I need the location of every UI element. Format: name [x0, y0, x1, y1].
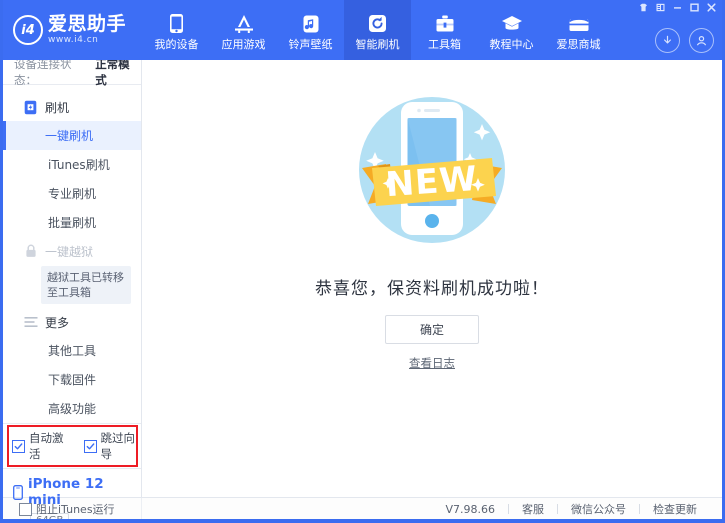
nav-label: 工具箱 — [428, 39, 461, 50]
nav-label: 教程中心 — [490, 39, 534, 50]
sidebar-group-label: 更多 — [45, 314, 69, 331]
app-header: i4 爱思助手 www.i4.cn 我的设备 应用游戏 — [3, 0, 722, 60]
block-itunes-option[interactable]: 阻止iTunes运行 — [3, 498, 142, 520]
brand-logo[interactable]: i4 爱思助手 www.i4.cn — [3, 15, 143, 45]
sidebar-menu: 刷机 一键刷机 iTunes刷机 专业刷机 批量刷机 — [3, 85, 141, 423]
wechat-official-link[interactable]: 微信公众号 — [558, 501, 639, 517]
menu-icon[interactable] — [655, 2, 666, 13]
main-nav: 我的设备 应用游戏 铃声壁纸 智能刷机 — [143, 0, 612, 60]
sidebar-item-advanced[interactable]: 高级功能 — [3, 394, 141, 423]
sidebar-item-pro-flash[interactable]: 专业刷机 — [3, 179, 141, 208]
sidebar-item-batch-flash[interactable]: 批量刷机 — [3, 208, 141, 237]
nav-item-ringtones-wallpaper[interactable]: 铃声壁纸 — [277, 0, 344, 60]
window-controls — [638, 2, 717, 13]
close-icon[interactable] — [706, 2, 717, 13]
new-phone-badge-illustration: NEW — [342, 80, 522, 260]
skip-setup-label: 跳过向导 — [101, 430, 142, 462]
phone-icon — [169, 13, 184, 35]
app-body: 设备连接状态：正常模式 刷机 一键刷机 iTunes刷机 专业刷机 — [3, 60, 722, 497]
appstore-icon — [233, 13, 255, 35]
auto-activate-checkbox[interactable] — [12, 440, 25, 453]
sidebar-group-jailbreak: 一键越狱 — [3, 237, 141, 265]
nav-item-store[interactable]: 爱思商城 — [545, 0, 612, 60]
flash-device-icon — [23, 100, 38, 115]
ribbon-text: NEW — [384, 159, 479, 205]
skip-setup-checkbox[interactable] — [84, 440, 97, 453]
sidebar-item-label: 高级功能 — [48, 400, 96, 417]
shop-icon — [568, 13, 590, 35]
sidebar-item-itunes-flash[interactable]: iTunes刷机 — [3, 150, 141, 179]
nav-label: 我的设备 — [155, 39, 199, 50]
sidebar-item-label: 一键刷机 — [45, 127, 93, 144]
header-actions — [655, 28, 714, 53]
sidebar-item-label: 其他工具 — [48, 342, 96, 359]
minimize-icon[interactable] — [672, 2, 683, 13]
sidebar: 设备连接状态：正常模式 刷机 一键刷机 iTunes刷机 专业刷机 — [3, 60, 142, 497]
skip-setup-option[interactable]: 跳过向导 — [84, 430, 142, 462]
nav-item-toolbox[interactable]: 工具箱 — [411, 0, 478, 60]
nav-label: 应用游戏 — [222, 39, 266, 50]
auto-activate-option[interactable]: 自动激活 — [12, 430, 70, 462]
flash-options: 自动激活 跳过向导 — [3, 423, 141, 468]
jailbreak-moved-tooltip: 越狱工具已转移至工具箱 — [41, 266, 131, 304]
confirm-button[interactable]: 确定 — [385, 315, 479, 344]
status-bar: 阻止iTunes运行 V7.98.66 客服 微信公众号 检查更新 — [3, 497, 722, 520]
lock-icon — [23, 244, 38, 258]
connection-status-value: 正常模式 — [95, 56, 141, 88]
sidebar-item-one-key-flash[interactable]: 一键刷机 — [3, 121, 141, 150]
nav-item-apps-games[interactable]: 应用游戏 — [210, 0, 277, 60]
block-itunes-checkbox[interactable] — [19, 503, 32, 516]
sidebar-item-other-tools[interactable]: 其他工具 — [3, 336, 141, 365]
sidebar-group-flash: 刷机 — [3, 93, 141, 121]
skin-icon[interactable] — [638, 2, 649, 13]
sidebar-item-label: 批量刷机 — [48, 214, 96, 231]
nav-label: 智能刷机 — [356, 39, 400, 50]
i4-logo-icon: i4 — [13, 15, 43, 45]
connection-status-label: 设备连接状态： — [14, 56, 94, 88]
connection-status: 设备连接状态：正常模式 — [3, 60, 141, 85]
graduation-cap-icon — [501, 13, 523, 35]
sidebar-group-more: 更多 — [3, 308, 141, 336]
sidebar-group-label: 刷机 — [45, 99, 69, 116]
download-icon[interactable] — [655, 28, 680, 53]
auto-activate-label: 自动激活 — [29, 430, 70, 462]
sidebar-item-label: 专业刷机 — [48, 185, 96, 202]
list-icon — [23, 316, 38, 328]
sidebar-item-download-firmware[interactable]: 下载固件 — [3, 365, 141, 394]
toolbox-icon — [435, 13, 455, 35]
brand-title: 爱思助手 — [48, 15, 126, 35]
nav-item-smart-flash[interactable]: 智能刷机 — [344, 0, 411, 60]
app-window: i4 爱思助手 www.i4.cn 我的设备 应用游戏 — [0, 0, 725, 523]
brand-url: www.i4.cn — [48, 36, 126, 45]
block-itunes-label: 阻止iTunes运行 — [36, 501, 115, 517]
nav-label: 铃声壁纸 — [289, 39, 333, 50]
status-bar-links: V7.98.66 客服 微信公众号 检查更新 — [142, 498, 722, 520]
refresh-icon — [368, 13, 387, 35]
success-message: 恭喜您，保资料刷机成功啦！ — [315, 274, 549, 299]
nav-item-tutorials[interactable]: 教程中心 — [478, 0, 545, 60]
sidebar-item-label: iTunes刷机 — [48, 156, 110, 173]
nav-item-my-device[interactable]: 我的设备 — [143, 0, 210, 60]
account-avatar-icon[interactable] — [689, 28, 714, 53]
main-content: NEW 恭喜您，保资料刷机成功啦！ 确定 查看日志 — [142, 60, 722, 497]
sidebar-group-label: 一键越狱 — [45, 243, 93, 260]
check-update-link[interactable]: 检查更新 — [640, 501, 710, 517]
maximize-icon[interactable] — [689, 2, 700, 13]
customer-service-link[interactable]: 客服 — [509, 501, 557, 517]
nav-label: 爱思商城 — [557, 39, 601, 50]
view-log-link[interactable]: 查看日志 — [409, 355, 455, 371]
sidebar-item-label: 下载固件 — [48, 371, 96, 388]
music-icon — [302, 13, 320, 35]
version-text: V7.98.66 — [432, 503, 508, 516]
